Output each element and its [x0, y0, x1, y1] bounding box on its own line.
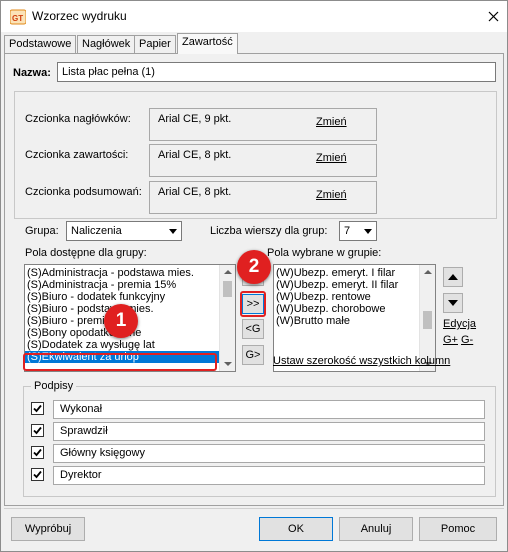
list-item[interactable]: (W)Ubezp. rentowe — [274, 291, 435, 303]
available-fields-label: Pola dostępne dla grupy: — [25, 247, 147, 259]
tab-podstawowe[interactable]: Podstawowe — [4, 35, 77, 53]
checkmark-icon — [33, 448, 42, 457]
name-label: Nazwa: — [13, 67, 51, 79]
rows-per-group-label: Liczba wierszy dla grup: — [210, 225, 328, 237]
app-icon: GT — [10, 9, 26, 25]
header-font-change-link[interactable]: Zmień — [316, 116, 347, 128]
summary-font-change-link[interactable]: Zmień — [316, 189, 347, 201]
chevron-down-icon — [169, 229, 177, 234]
list-item[interactable]: (S)Biuro - dodatek funkcyjny — [25, 291, 235, 303]
close-icon — [488, 11, 499, 22]
signature-checkbox-3[interactable] — [31, 446, 44, 459]
header-font-value: Arial CE, 9 pkt. — [158, 113, 232, 125]
footer-divider — [4, 508, 504, 509]
help-button[interactable]: Pomoc — [419, 517, 497, 541]
summary-font-value: Arial CE, 8 pkt. — [158, 186, 232, 198]
tab-label: Podstawowe — [9, 38, 72, 50]
checkmark-icon — [33, 470, 42, 479]
move-down-button[interactable] — [443, 293, 463, 313]
list-item[interactable]: (S)Administracja - premia 15% — [25, 279, 235, 291]
available-list-scrollbar[interactable] — [219, 265, 235, 371]
group-minus-link[interactable]: G- — [461, 334, 473, 346]
list-item[interactable]: (S)Administracja - podstawa mies. — [25, 267, 235, 279]
set-column-width-link[interactable]: Ustaw szerokość wszystkich kolumn — [273, 355, 450, 367]
remove-field-button[interactable]: <G — [242, 319, 264, 339]
title-bar: GT Wzorzec wydruku — [1, 1, 507, 32]
highlight-box-1 — [23, 353, 217, 371]
annotation-badge-2: 2 — [237, 250, 271, 284]
content-font-box: Arial CE, 8 pkt. Zmień — [149, 144, 377, 177]
signature-field-2[interactable]: Sprawdził — [53, 422, 485, 441]
triangle-up-icon — [448, 274, 458, 280]
edit-link[interactable]: Edycja — [443, 318, 476, 330]
signature-field-1[interactable]: Wykonał — [53, 400, 485, 419]
test-button[interactable]: Wypróbuj — [11, 517, 85, 541]
chevron-down-icon — [364, 229, 372, 234]
list-item[interactable]: (W)Brutto małe — [274, 315, 435, 327]
content-font-change-link[interactable]: Zmień — [316, 152, 347, 164]
ok-button[interactable]: OK — [259, 517, 333, 541]
triangle-down-icon — [448, 300, 458, 306]
window-title: Wzorzec wydruku — [32, 9, 127, 23]
checkmark-icon — [33, 404, 42, 413]
scroll-up-icon[interactable] — [224, 270, 232, 274]
highlight-box-2 — [240, 291, 266, 317]
scroll-up-icon[interactable] — [424, 270, 432, 274]
signature-field-3[interactable]: Główny księgowy — [53, 444, 485, 463]
tab-zawartosc[interactable]: Zawartość — [177, 33, 238, 54]
signatures-title: Podpisy — [31, 380, 77, 392]
svg-text:GT: GT — [12, 14, 23, 23]
rows-per-group-select[interactable]: 7 — [339, 221, 377, 241]
signature-field-4[interactable]: Dyrektor — [53, 466, 485, 485]
summary-font-box: Arial CE, 8 pkt. Zmień — [149, 181, 377, 214]
tab-label: Papier — [139, 38, 171, 50]
tab-papier[interactable]: Papier — [134, 35, 176, 53]
tab-label: Zawartość — [182, 36, 233, 48]
name-input[interactable]: Lista płac pełna (1) — [57, 62, 496, 82]
close-button[interactable] — [479, 5, 507, 29]
header-font-box: Arial CE, 9 pkt. Zmień — [149, 108, 377, 141]
signature-checkbox-4[interactable] — [31, 468, 44, 481]
list-item[interactable]: (S)Dodatek za wysługę lat — [25, 339, 235, 351]
cancel-button[interactable]: Anuluj — [339, 517, 413, 541]
signature-checkbox-1[interactable] — [31, 402, 44, 415]
scroll-thumb[interactable] — [223, 281, 232, 297]
signature-checkbox-2[interactable] — [31, 424, 44, 437]
checkmark-icon — [33, 426, 42, 435]
tab-naglowek[interactable]: Nagłówek — [77, 35, 136, 53]
list-item[interactable]: (W)Ubezp. chorobowe — [274, 303, 435, 315]
group-select-value: Naliczenia — [71, 225, 122, 237]
content-font-label: Czcionka zawartości: — [25, 149, 129, 161]
group-select[interactable]: Naliczenia — [66, 221, 182, 241]
header-font-label: Czcionka nagłówków: — [25, 113, 131, 125]
group-plus-link[interactable]: G+ — [443, 334, 458, 346]
annotation-badge-1: 1 — [104, 304, 138, 338]
scroll-thumb[interactable] — [423, 311, 432, 329]
group-label: Grupa: — [25, 225, 59, 237]
dialog-window: GT Wzorzec wydruku Podstawowe Nagłówek P… — [0, 0, 508, 552]
selected-fields-label: Pola wybrane w grupie: — [267, 247, 382, 259]
list-item[interactable]: (W)Ubezp. emeryt. I filar — [274, 267, 435, 279]
move-up-button[interactable] — [443, 267, 463, 287]
add-group-button[interactable]: G> — [242, 345, 264, 365]
content-font-value: Arial CE, 8 pkt. — [158, 149, 232, 161]
summary-font-label: Czcionka podsumowań: — [25, 186, 142, 198]
rows-per-group-value: 7 — [344, 225, 351, 237]
list-item[interactable]: (W)Ubezp. emeryt. II filar — [274, 279, 435, 291]
tab-label: Nagłówek — [82, 38, 131, 50]
scroll-down-icon[interactable] — [224, 362, 232, 366]
